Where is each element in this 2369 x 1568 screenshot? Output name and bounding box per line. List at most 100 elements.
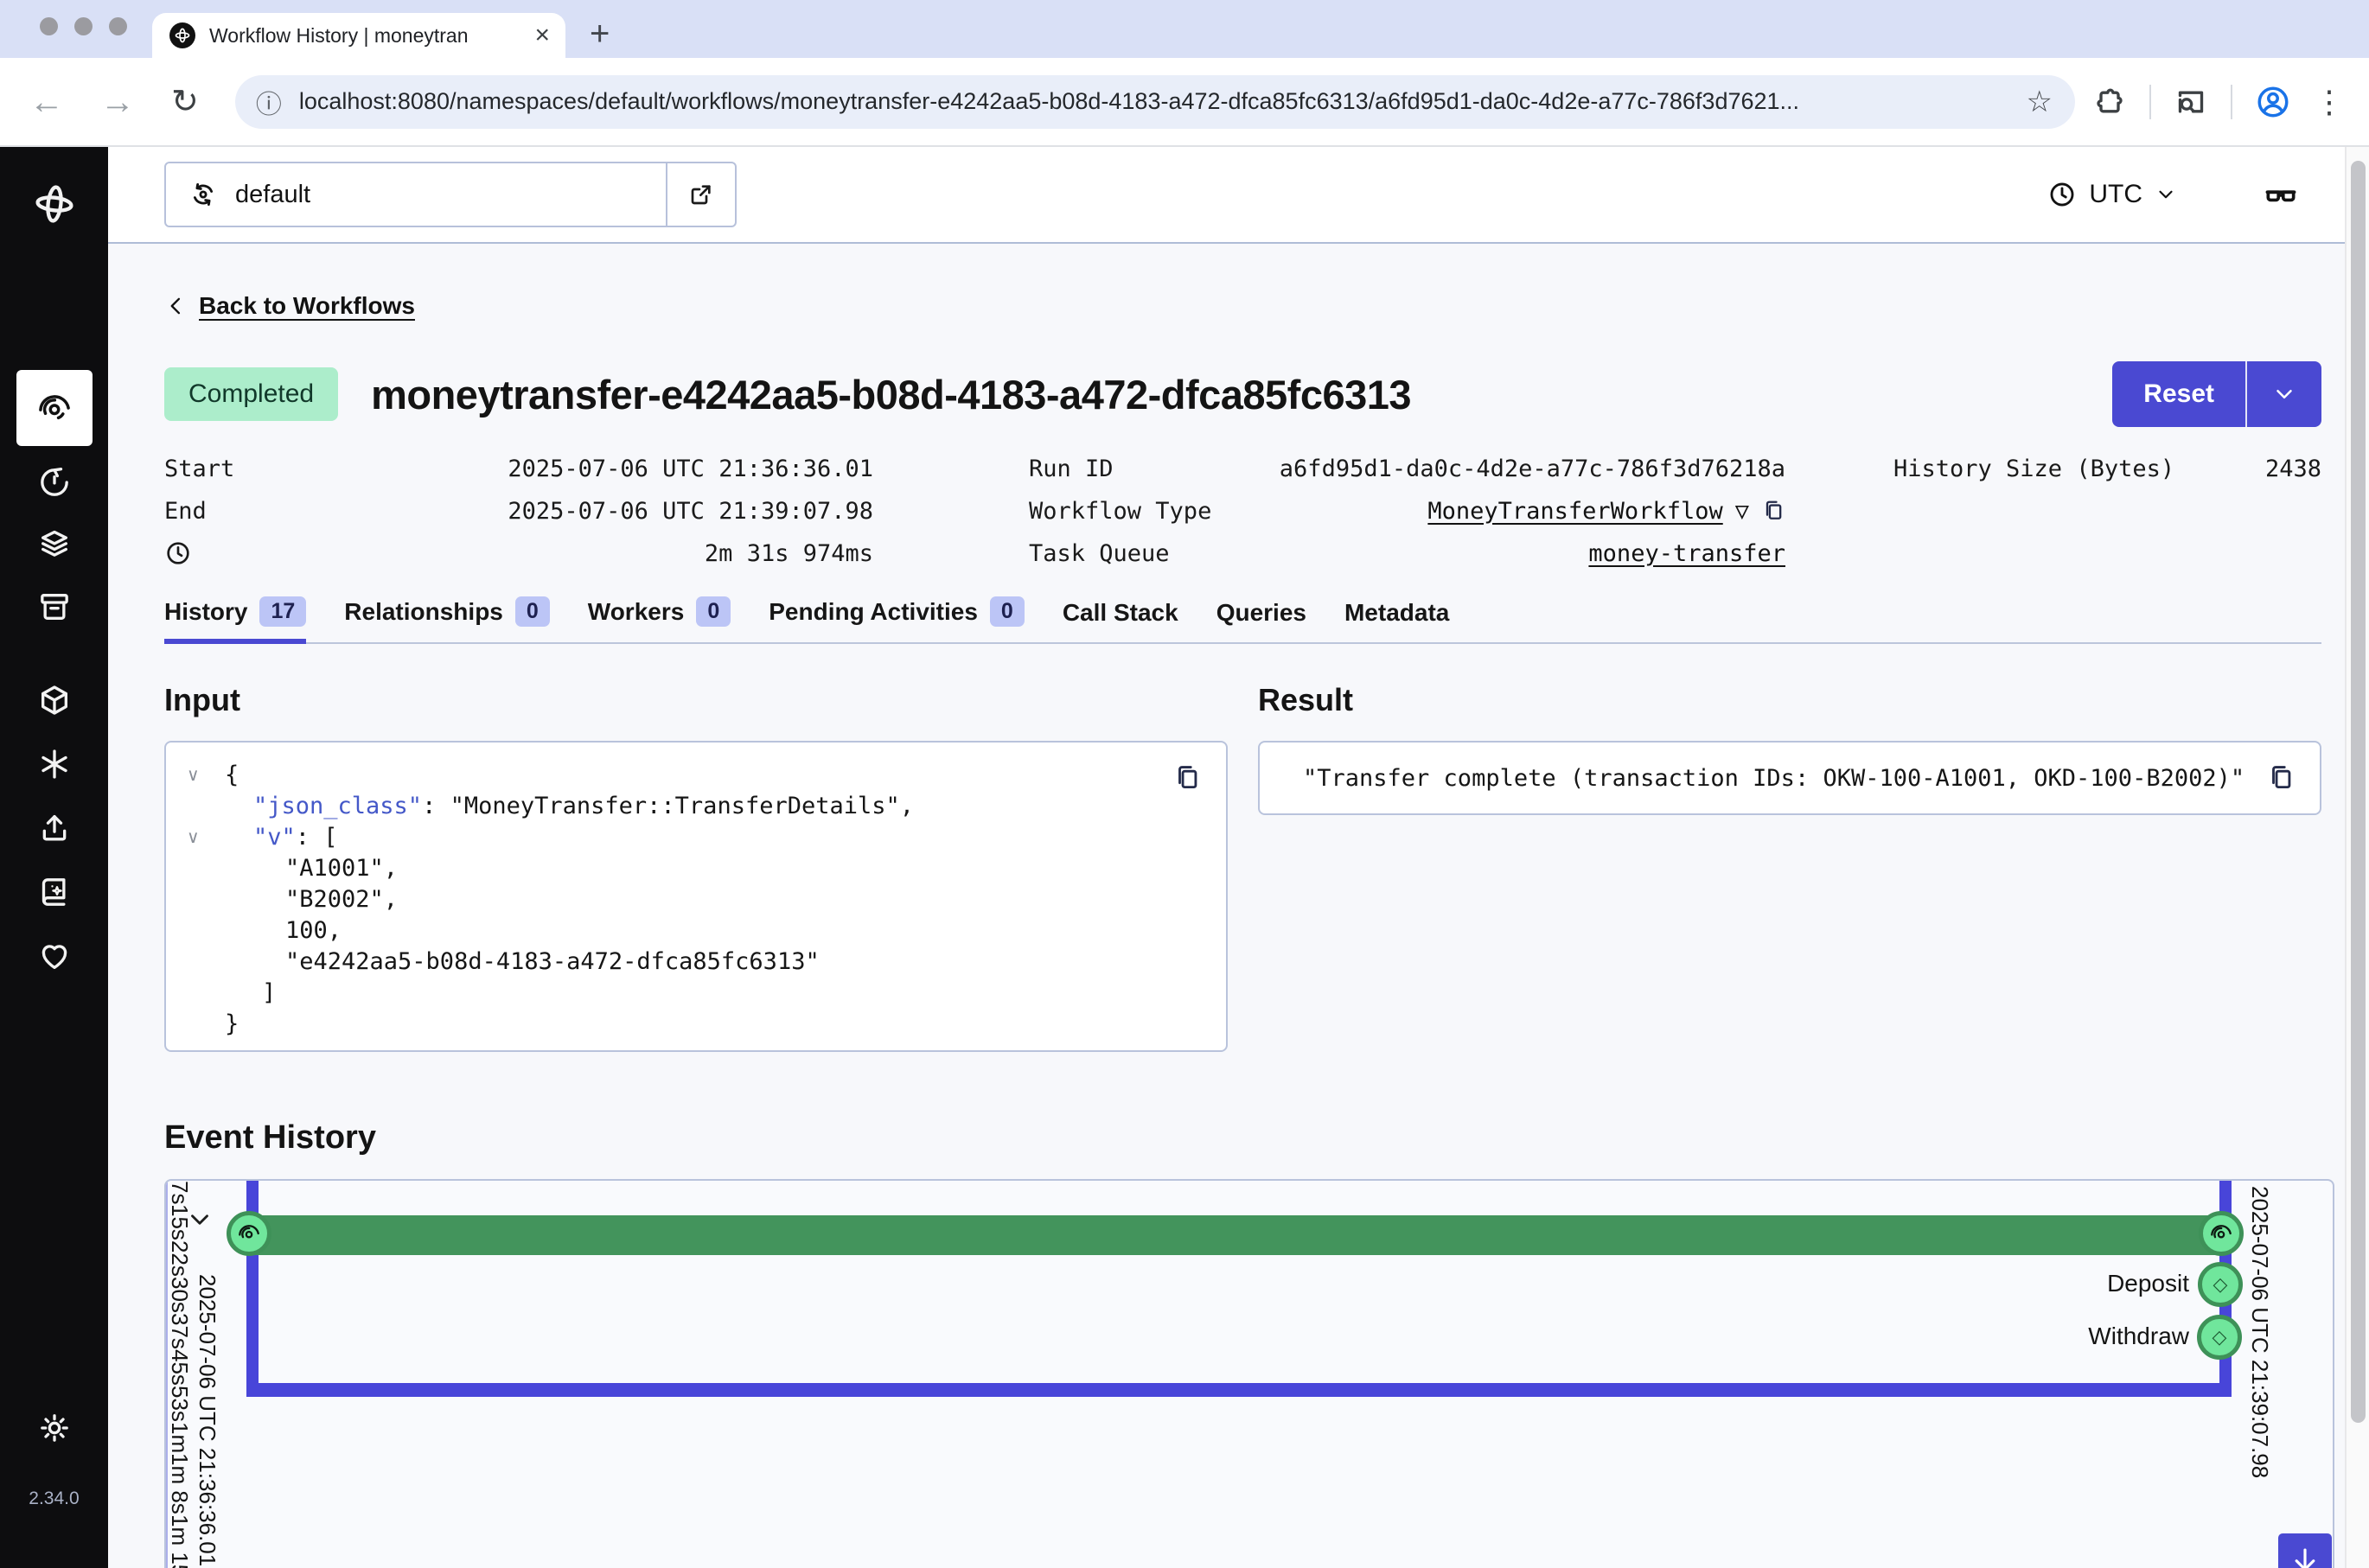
tab-workers[interactable]: Workers0: [588, 596, 731, 644]
tab-title: Workflow History | moneytran: [209, 24, 495, 48]
chevron-left-icon: [164, 294, 188, 318]
tab-search-icon[interactable]: [2174, 85, 2208, 119]
window-close-button[interactable]: [40, 17, 58, 35]
tab-metadata[interactable]: Metadata: [1344, 599, 1449, 644]
browser-tab[interactable]: Workflow History | moneytran ×: [152, 13, 565, 58]
end-label: End: [164, 498, 207, 525]
url-text[interactable]: localhost:8080/namespaces/default/workfl…: [299, 88, 2011, 115]
tick-label: 7s: [166, 1181, 193, 1204]
tick-label: 30s: [166, 1277, 193, 1313]
workflow-end-marker[interactable]: [2199, 1211, 2244, 1256]
scroll-to-bottom-button[interactable]: [2278, 1533, 2332, 1568]
sidebar-item-nexus[interactable]: [37, 747, 72, 781]
sidebar-item-archive[interactable]: [37, 590, 72, 624]
toolbar-divider: [2231, 85, 2232, 119]
sidebar-item-namespaces[interactable]: [37, 683, 72, 717]
tab-pending-activities[interactable]: Pending Activities0: [769, 596, 1025, 644]
copy-icon[interactable]: [1172, 763, 1202, 793]
result-section: Result "Transfer complete (transaction I…: [1258, 682, 2321, 1052]
address-bar[interactable]: ⓘ localhost:8080/namespaces/default/work…: [235, 75, 2075, 129]
tab-close-icon[interactable]: ×: [534, 22, 550, 48]
bookmark-star-icon[interactable]: ☆: [2027, 85, 2053, 119]
tab-call-stack[interactable]: Call Stack: [1063, 599, 1178, 644]
tick-label: 1m 8s: [166, 1453, 193, 1514]
sidebar-item-import[interactable]: [37, 811, 72, 845]
status-badge: Completed: [164, 367, 338, 421]
window-minimize-button[interactable]: [74, 17, 93, 35]
app-sidebar: 2.34.0: [0, 147, 108, 1568]
workflow-span-bar[interactable]: [252, 1215, 2225, 1255]
profile-icon[interactable]: [2255, 84, 2291, 120]
copy-icon[interactable]: [1761, 499, 1785, 523]
reload-icon[interactable]: ↻: [171, 86, 199, 118]
input-section: Input ∨{ "json_class": "MoneyTransfer::T…: [164, 682, 1228, 1052]
workflow-start-marker[interactable]: [227, 1211, 271, 1256]
extensions-icon[interactable]: [2092, 85, 2127, 119]
reset-split-button: Reset: [2112, 361, 2321, 427]
sidebar-item-schedules[interactable]: [37, 465, 72, 500]
result-card: "Transfer complete (transaction IDs: OKW…: [1258, 741, 2321, 815]
reset-menu-button[interactable]: [2245, 361, 2321, 427]
temporal-logo-icon[interactable]: [32, 182, 77, 226]
timezone-selector[interactable]: UTC: [2047, 180, 2177, 209]
window-zoom-button[interactable]: [109, 17, 127, 35]
tick-label: 45s: [166, 1349, 193, 1386]
task-queue-link[interactable]: money-transfer: [1588, 540, 1785, 567]
chevron-down-icon: [2155, 183, 2177, 206]
start-value: 2025-07-06 UTC 21:36:36.01: [508, 456, 873, 482]
back-to-workflows-link[interactable]: Back to Workflows: [199, 292, 415, 320]
sidebar-item-workflows[interactable]: [16, 370, 93, 446]
forward-icon[interactable]: →: [100, 85, 135, 119]
tab-strip: Workflow History | moneytran × +: [0, 0, 2369, 58]
pending-activities-count-badge: 0: [990, 596, 1025, 627]
history-size-label: History Size (Bytes): [1893, 456, 2174, 482]
expand-chevron-icon[interactable]: ∨: [187, 822, 225, 853]
namespace-selector: default: [164, 162, 737, 227]
sidebar-item-feedback[interactable]: [37, 939, 72, 973]
withdraw-activity-marker[interactable]: ◇: [2197, 1315, 2242, 1360]
workflow-type-link[interactable]: MoneyTransferWorkflow: [1427, 498, 1722, 525]
browser-toolbar: ← → ↻ ⓘ localhost:8080/namespaces/defaul…: [0, 58, 2369, 147]
browser-menu-icon[interactable]: ⋮: [2314, 84, 2345, 120]
sidebar-item-docs[interactable]: [37, 875, 72, 909]
activity-diamond-icon: ◇: [2213, 1327, 2227, 1348]
reset-button[interactable]: Reset: [2112, 361, 2245, 427]
arrow-down-icon: [2289, 1544, 2321, 1568]
copy-icon[interactable]: [2266, 763, 2296, 793]
workflow-spiral-icon: [2209, 1221, 2233, 1246]
json-array-item: "A1001",: [285, 853, 398, 884]
sidebar-item-deployments[interactable]: [37, 526, 72, 560]
workflow-page: Back to Workflows Completed moneytransfe…: [108, 244, 2345, 1568]
json-value: : "MoneyTransfer::TransferDetails",: [422, 791, 914, 822]
scrollbar-thumb[interactable]: [2351, 161, 2366, 1423]
new-tab-button[interactable]: +: [590, 16, 610, 51]
labs-glasses-icon[interactable]: [2262, 175, 2300, 214]
workflow-type-label: Workflow Type: [1029, 498, 1211, 525]
filter-icon[interactable]: ▽: [1735, 498, 1749, 525]
expand-chevron-icon[interactable]: ∨: [187, 760, 225, 791]
json-array-item: "B2002",: [285, 884, 398, 915]
site-info-icon[interactable]: ⓘ: [256, 83, 282, 121]
tab-history[interactable]: History17: [164, 596, 306, 644]
window-controls[interactable]: [40, 17, 127, 35]
temporal-favicon-icon: [169, 22, 195, 48]
history-count-badge: 17: [259, 596, 306, 627]
deposit-activity-marker[interactable]: ◇: [2198, 1262, 2243, 1307]
theme-toggle-icon[interactable]: [37, 1411, 72, 1445]
page-scrollbar[interactable]: [2345, 147, 2369, 1568]
namespace-switcher[interactable]: default: [166, 163, 666, 226]
tick-label: 53s: [166, 1386, 193, 1422]
tick-label: 22s: [166, 1240, 193, 1277]
toolbar-divider: [2149, 85, 2151, 119]
result-heading: Result: [1258, 682, 2321, 718]
tab-relationships[interactable]: Relationships0: [344, 596, 550, 644]
json-line: ]: [262, 978, 276, 1009]
json-value: : [: [296, 822, 338, 853]
tab-queries[interactable]: Queries: [1216, 599, 1306, 644]
start-label: Start: [164, 456, 234, 482]
back-icon[interactable]: ←: [29, 85, 64, 119]
workflow-tabs: History17 Relationships0 Workers0 Pendin…: [164, 596, 2321, 644]
namespace-open-button[interactable]: [666, 163, 735, 226]
end-value: 2025-07-06 UTC 21:39:07.98: [508, 498, 873, 525]
input-heading: Input: [164, 682, 1228, 718]
